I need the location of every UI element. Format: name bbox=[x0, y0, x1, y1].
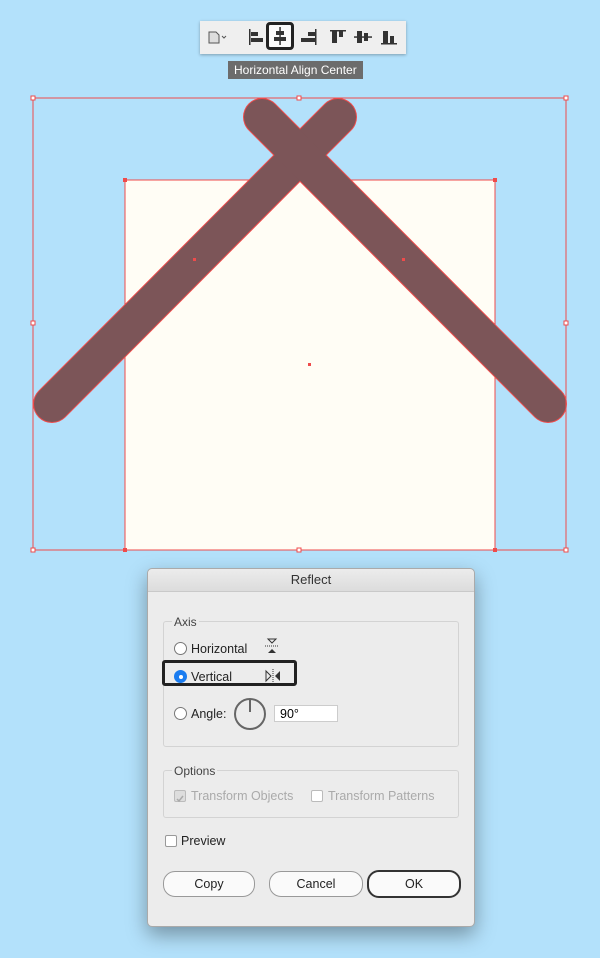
transform-objects-checkbox[interactable] bbox=[174, 790, 186, 803]
reflect-dialog: Reflect Axis Horizontal Vertical Angle: … bbox=[147, 568, 475, 927]
reflect-vertical-icon bbox=[265, 669, 280, 683]
horizontal-label: Horizontal bbox=[191, 642, 248, 656]
angle-label: Angle: bbox=[191, 707, 227, 721]
transform-objects-label: Transform Objects bbox=[191, 789, 294, 803]
ok-button[interactable]: OK bbox=[367, 870, 461, 898]
copy-button[interactable]: Copy bbox=[163, 871, 255, 897]
axis-label: Axis bbox=[172, 615, 199, 629]
dialog-title: Reflect bbox=[148, 569, 474, 592]
angle-radio[interactable] bbox=[174, 707, 187, 720]
vertical-radio[interactable] bbox=[174, 670, 187, 683]
angle-dial[interactable] bbox=[233, 697, 267, 731]
preview-checkbox[interactable] bbox=[165, 835, 177, 847]
transform-patterns-checkbox[interactable] bbox=[311, 790, 323, 802]
options-label: Options bbox=[172, 764, 218, 778]
artboard-canvas[interactable] bbox=[0, 0, 600, 560]
transform-patterns-label: Transform Patterns bbox=[328, 789, 435, 803]
preview-label: Preview bbox=[181, 834, 226, 848]
angle-input[interactable]: 90° bbox=[274, 705, 338, 722]
cancel-button[interactable]: Cancel bbox=[269, 871, 363, 897]
reflect-horizontal-icon bbox=[265, 638, 279, 653]
vertical-label: Vertical bbox=[191, 670, 232, 684]
horizontal-radio[interactable] bbox=[174, 642, 187, 655]
